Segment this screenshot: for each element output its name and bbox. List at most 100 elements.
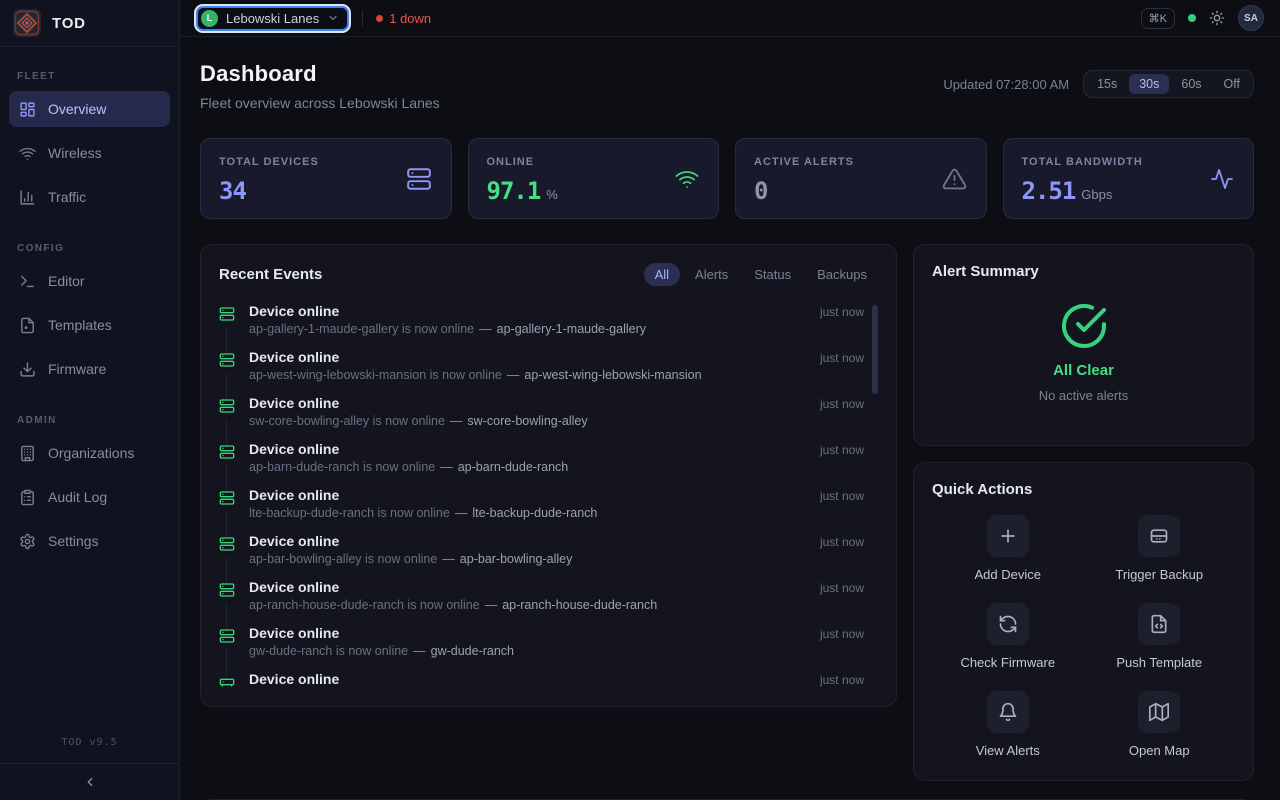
event-device-name: ap-west-wing-lebowski-mansion	[524, 368, 701, 382]
server-icon	[219, 628, 235, 644]
server-icon	[219, 306, 235, 322]
devices-down-status: 1 down	[376, 11, 431, 26]
alert-detail-text: No active alerts	[1039, 388, 1129, 403]
recent-events-panel: Recent Events All Alerts Status Backups	[200, 244, 897, 707]
tab-all[interactable]: All	[644, 263, 680, 286]
stat-card-active-alerts: ACTIVE ALERTS 0	[735, 138, 987, 219]
sidebar-item-label: Overview	[48, 101, 106, 117]
event-title: Device online	[249, 625, 339, 641]
event-description: ap-barn-dude-ranch is now online—ap-barn…	[249, 460, 864, 474]
stat-card-online: ONLINE 97.1 %	[468, 138, 720, 219]
event-row: Device online just now gw-dude-ranch is …	[219, 625, 864, 658]
event-time: just now	[820, 443, 864, 457]
panels-grid: Recent Events All Alerts Status Backups	[200, 244, 1254, 781]
sidebar-item-templates[interactable]: Templates	[9, 307, 170, 343]
stat-unit: Gbps	[1081, 187, 1112, 202]
event-row: Device online just now ap-gallery-1-maud…	[219, 303, 864, 336]
org-selector-label: Lebowski Lanes	[226, 11, 319, 26]
event-description: ap-west-wing-lebowski-mansion is now onl…	[249, 368, 864, 382]
plus-icon	[987, 515, 1029, 557]
interval-60s-button[interactable]: 60s	[1171, 74, 1211, 94]
quick-action-open-map[interactable]: Open Map	[1084, 691, 1236, 758]
sidebar-item-traffic[interactable]: Traffic	[9, 179, 170, 215]
event-row: Device online just now ap-ranch-house-du…	[219, 579, 864, 612]
org-selector-dropdown[interactable]: L Lebowski Lanes	[196, 6, 349, 31]
command-palette-shortcut[interactable]: ⌘K	[1141, 8, 1175, 29]
server-icon	[219, 444, 235, 460]
event-row: Device online just now lte-backup-dude-r…	[219, 487, 864, 520]
sidebar-item-wireless[interactable]: Wireless	[9, 135, 170, 171]
terminal-icon	[19, 273, 36, 290]
theme-toggle-button[interactable]	[1209, 10, 1225, 26]
tab-backups[interactable]: Backups	[806, 263, 878, 286]
sidebar-item-label: Firmware	[48, 361, 106, 377]
quick-actions-grid: Add Device Trigger Backup	[932, 515, 1235, 758]
file-icon	[19, 317, 36, 334]
chevron-down-icon	[327, 12, 339, 24]
quick-action-trigger-backup[interactable]: Trigger Backup	[1084, 515, 1236, 582]
building-icon	[19, 445, 36, 462]
sidebar-item-audit-log[interactable]: Audit Log	[9, 479, 170, 515]
event-description: ap-ranch-house-dude-ranch is now online—…	[249, 598, 864, 612]
clipboard-icon	[19, 489, 36, 506]
sidebar-item-settings[interactable]: Settings	[9, 523, 170, 559]
quick-action-check-firmware[interactable]: Check Firmware	[932, 603, 1084, 670]
stat-label: TOTAL BANDWIDTH	[1022, 156, 1236, 168]
event-filter-tabs: All Alerts Status Backups	[644, 263, 878, 286]
event-time: just now	[820, 535, 864, 549]
sidebar-item-editor[interactable]: Editor	[9, 263, 170, 299]
page-content: Dashboard Fleet overview across Lebowski…	[180, 37, 1280, 800]
event-title: Device online	[249, 303, 339, 319]
alert-summary-body: All Clear No active alerts	[932, 302, 1235, 403]
sidebar-item-label: Settings	[48, 533, 99, 549]
stat-card-total-devices: TOTAL DEVICES 34	[200, 138, 452, 219]
quick-action-add-device[interactable]: Add Device	[932, 515, 1084, 582]
alert-summary-panel: Alert Summary All Clear No active alerts	[913, 244, 1254, 446]
app-version: TOD v9.5	[0, 737, 179, 763]
event-time: just now	[820, 489, 864, 503]
stat-value: 34	[219, 177, 246, 205]
user-avatar[interactable]: SA	[1238, 5, 1264, 31]
interval-off-button[interactable]: Off	[1214, 74, 1250, 94]
interval-30s-button[interactable]: 30s	[1129, 74, 1169, 94]
event-device-name: ap-gallery-1-maude-gallery	[497, 322, 646, 336]
topbar: L Lebowski Lanes 1 down ⌘K SA	[180, 0, 1280, 37]
wifi-icon	[19, 145, 36, 162]
quick-action-push-template[interactable]: Push Template	[1084, 603, 1236, 670]
app-root: TOD FLEET Overview Wireless Traffi	[0, 0, 1280, 800]
sidebar-item-overview[interactable]: Overview	[9, 91, 170, 127]
sidebar-collapse-button[interactable]	[0, 763, 179, 800]
connection-status-dot	[1188, 14, 1196, 22]
scrollbar-thumb[interactable]	[872, 305, 878, 394]
event-description: sw-core-bowling-alley is now online—sw-c…	[249, 414, 864, 428]
stat-value: 2.51	[1022, 177, 1076, 205]
wifi-icon	[675, 167, 699, 191]
quick-actions-title: Quick Actions	[932, 481, 1032, 498]
tab-status[interactable]: Status	[743, 263, 802, 286]
event-row: Device online just now ap-west-wing-lebo…	[219, 349, 864, 382]
event-time: just now	[820, 305, 864, 319]
quick-action-view-alerts[interactable]: View Alerts	[932, 691, 1084, 758]
event-title: Device online	[249, 395, 339, 411]
sidebar-item-label: Audit Log	[48, 489, 107, 505]
stat-label: ACTIVE ALERTS	[754, 156, 968, 168]
nav-section-admin: ADMIN	[9, 395, 170, 435]
tab-alerts[interactable]: Alerts	[684, 263, 739, 286]
sidebar-item-firmware[interactable]: Firmware	[9, 351, 170, 387]
download-icon	[19, 361, 36, 378]
sidebar-item-organizations[interactable]: Organizations	[9, 435, 170, 471]
quick-action-label: Check Firmware	[960, 655, 1055, 670]
event-device-name: ap-bar-bowling-alley	[460, 552, 573, 566]
stat-card-total-bandwidth: TOTAL BANDWIDTH 2.51 Gbps	[1003, 138, 1255, 219]
page-subtitle: Fleet overview across Lebowski Lanes	[200, 95, 440, 111]
stat-label: ONLINE	[487, 156, 701, 168]
event-time: just now	[820, 397, 864, 411]
stat-value: 0	[754, 177, 767, 205]
hard-drive-icon	[1138, 515, 1180, 557]
interval-15s-button[interactable]: 15s	[1087, 74, 1127, 94]
event-time: just now	[820, 627, 864, 641]
server-icon	[219, 490, 235, 506]
event-title: Device online	[249, 487, 339, 503]
gear-icon	[19, 533, 36, 550]
sidebar-item-label: Wireless	[48, 145, 102, 161]
